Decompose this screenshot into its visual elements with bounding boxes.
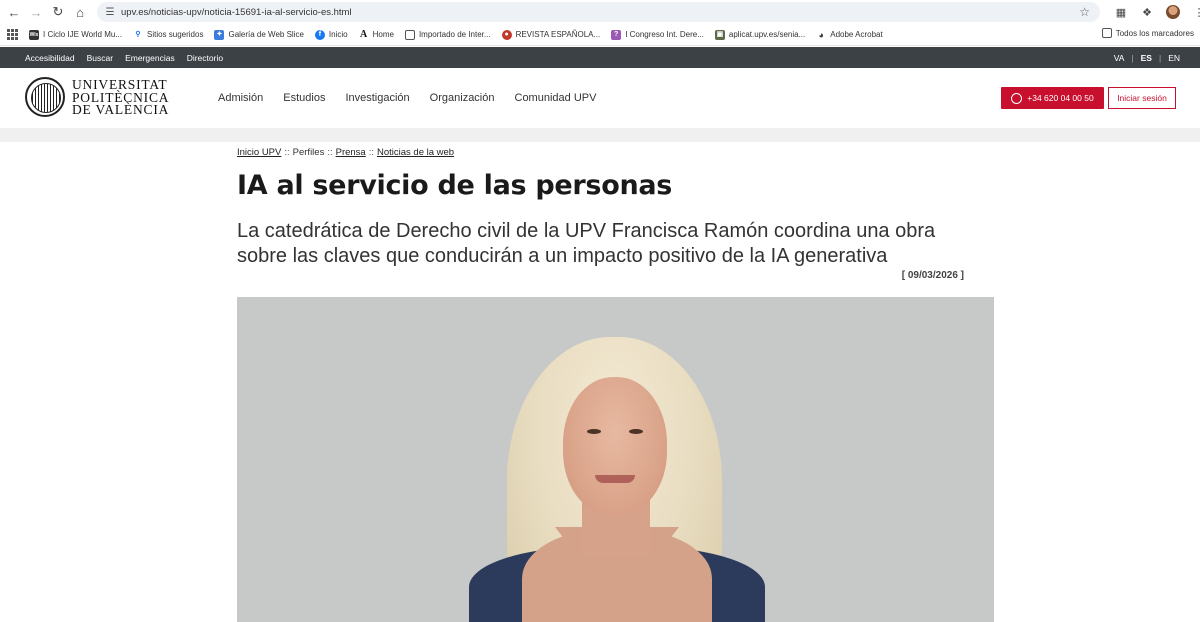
bookmark-item[interactable]: ◕ Adobe Acrobat (816, 29, 883, 40)
emergencies-link[interactable]: Emergencias (125, 53, 175, 63)
site-header: UNIVERSITAT POLITÈCNICA DE VALÈNCIA Admi… (0, 68, 1200, 128)
nav-investigacion[interactable]: Investigación (345, 92, 409, 104)
nav-estudios[interactable]: Estudios (283, 92, 325, 104)
lang-va[interactable]: VA (1114, 53, 1125, 63)
breadcrumb-separator: :: (368, 147, 374, 158)
bookmark-item[interactable]: ? I Congreso Int. Dere... (611, 29, 704, 40)
article-photo (237, 297, 994, 622)
lang-separator: | (1131, 52, 1134, 63)
search-icon: ⚲ (135, 30, 141, 38)
breadcrumb-noticias[interactable]: Noticias de la web (377, 147, 454, 158)
whatsapp-phone-button[interactable]: +34 620 04 00 50 (1001, 87, 1104, 109)
upv-logo-text[interactable]: UNIVERSITAT POLITÈCNICA DE VALÈNCIA (72, 78, 169, 117)
upv-seal-logo[interactable] (25, 77, 65, 117)
reload-icon[interactable]: ↻ (47, 1, 69, 23)
url-text[interactable]: upv.es/noticias-upv/noticia-15691-ia-al-… (121, 7, 352, 18)
breadcrumb-separator: :: (284, 147, 290, 158)
facebook-icon: f (314, 29, 325, 40)
bookmark-item[interactable]: f Inicio (314, 29, 348, 40)
language-switcher: VA | ES | EN (1114, 47, 1180, 68)
breadcrumb-inicio[interactable]: Inicio UPV (237, 147, 281, 158)
bookmark-star-icon[interactable]: ☆ (1079, 5, 1090, 19)
lang-en[interactable]: EN (1168, 53, 1180, 63)
accessibility-link[interactable]: Accesibilidad (25, 53, 75, 63)
lang-es[interactable]: ES (1141, 53, 1152, 63)
forward-arrow-icon[interactable]: → (25, 1, 47, 23)
article-date: [ 09/03/2026 ] (901, 270, 964, 281)
revista-icon: ● (501, 29, 512, 40)
photo-eye (587, 429, 601, 434)
lang-separator: | (1158, 52, 1162, 63)
congreso-icon: ? (611, 29, 622, 40)
bookmark-item[interactable]: ✦ Galería de Web Slice (214, 29, 304, 40)
breadcrumb-separator: :: (327, 147, 333, 158)
bookmark-item[interactable]: Wix I Ciclo IJE World Mu... (29, 29, 122, 40)
back-arrow-icon[interactable]: ← (3, 1, 25, 23)
site-settings-icon[interactable]: ☰ (99, 7, 121, 18)
breadcrumb-prensa[interactable]: Prensa (336, 147, 366, 158)
nav-organizacion[interactable]: Organización (430, 92, 495, 104)
bookmark-item[interactable]: ⚲ Sitios sugeridos (133, 30, 203, 40)
extension-icon[interactable]: ▦ (1114, 5, 1128, 19)
search-link[interactable]: Buscar (87, 53, 113, 63)
directory-link[interactable]: Directorio (187, 53, 223, 63)
article-subtitle: La catedrática de Derecho civil de la UP… (237, 220, 936, 267)
a-letter-icon: A (359, 28, 368, 40)
photo-eye (629, 429, 643, 434)
nav-comunidad[interactable]: Comunidad UPV (515, 92, 597, 104)
login-button[interactable]: Iniciar sesión (1108, 87, 1176, 109)
breadcrumb: Inicio UPV:: Perfiles:: Prensa:: Noticias d… (237, 147, 454, 158)
article-title: IA al servicio de las personas (237, 170, 673, 201)
bookmark-item[interactable]: A Home (359, 28, 394, 40)
profile-avatar-icon[interactable] (1166, 5, 1180, 19)
header-divider (0, 128, 1200, 142)
whatsapp-icon (1011, 92, 1023, 104)
bookmark-item[interactable]: ● REVISTA ESPAÑOLA... (501, 29, 600, 40)
puzzle-icon[interactable]: ❖ (1140, 5, 1154, 19)
apps-grid-icon[interactable] (7, 28, 19, 41)
menu-kebab-icon[interactable]: ⋮ (1192, 5, 1200, 19)
all-bookmarks[interactable]: Todos los marcadores (1101, 28, 1194, 38)
ie-slice-icon: ✦ (214, 29, 225, 40)
nav-admision[interactable]: Admisión (218, 92, 263, 104)
utility-bar: Accesibilidad Buscar Emergencias Directo… (0, 47, 1200, 68)
folder-icon (1101, 28, 1112, 38)
address-bar[interactable]: ☰ upv.es/noticias-upv/noticia-15691-ia-a… (97, 2, 1100, 22)
folder-icon (404, 29, 415, 40)
breadcrumb-perfiles: Perfiles (292, 147, 325, 158)
bookmark-item[interactable]: Importado de Inter... (404, 29, 491, 40)
upv-icon: ▣ (714, 29, 725, 40)
browser-toolbar: ← → ↻ ⌂ ☰ upv.es/noticias-upv/noticia-15… (0, 0, 1200, 24)
bookmarks-bar: Wix I Ciclo IJE World Mu... ⚲ Sitios suger… (0, 24, 1200, 46)
wix-icon: Wix (29, 29, 39, 40)
globe-icon: ◕ (818, 29, 824, 40)
home-icon[interactable]: ⌂ (69, 1, 91, 23)
photo-face (563, 377, 667, 515)
photo-mouth (595, 475, 635, 483)
bookmark-item[interactable]: ▣ aplicat.upv.es/senia... (714, 29, 805, 40)
main-nav: Admisión Estudios Investigación Organiza… (218, 68, 596, 128)
